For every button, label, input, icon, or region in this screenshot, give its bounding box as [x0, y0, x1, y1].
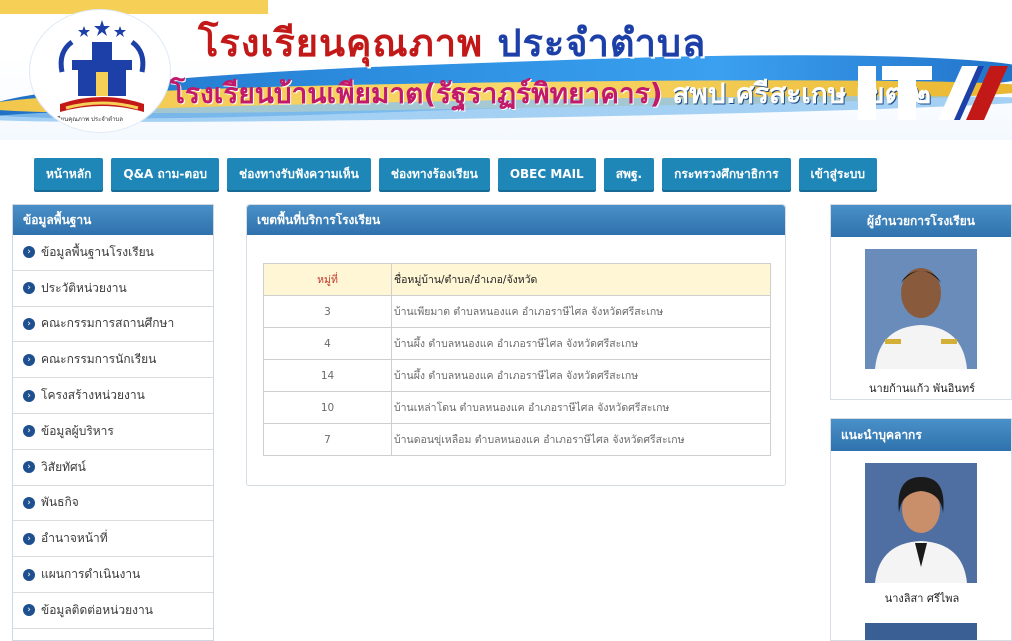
nav-obec-mail[interactable]: OBEC MAIL: [497, 158, 596, 190]
director-name: นายก้านแก้ว พันอินทร์: [869, 382, 975, 395]
cell-village-no: 14: [263, 359, 392, 392]
sidebar-item-label: พันธกิจ: [41, 495, 79, 510]
nav-complaint[interactable]: ช่องทางร้องเรียน: [378, 158, 490, 190]
school-subtitle: โรงเรียนบ้านเพียมาต(รัฐราฏร์พิทยาคาร) สพ…: [170, 72, 931, 116]
panel-title: เขตพื้นที่บริการโรงเรียน: [247, 205, 785, 235]
person-photo-icon: [865, 463, 977, 583]
table-row: 7 บ้านดอนขุ่เหลือม ตำบลหนองแค อำเภอราษีไ…: [263, 423, 771, 456]
chevron-right-circle-icon: ›: [23, 604, 35, 617]
table-row: 3 บ้านเพียมาต ตำบลหนองแค อำเภอราษีไศล จั…: [263, 295, 771, 328]
nav-qa[interactable]: Q&A ถาม-ตอบ: [111, 158, 220, 190]
cell-village-name: บ้านเหล่าโดน ตำบลหนองแค อำเภอราษีไศล จัง…: [391, 391, 771, 424]
table-row: 4 บ้านผึ้ง ตำบลหนองแค อำเภอราษีไศล จังหว…: [263, 327, 771, 360]
person-photo-icon: [865, 249, 977, 369]
sidebar-item-label: ข้อมูลผู้บริหาร: [41, 423, 114, 438]
staff-box: แนะนำบุคลากร นางลิสา ศรีไพล: [830, 418, 1012, 641]
cell-village-no: 3: [263, 295, 392, 328]
cell-village-no: 4: [263, 327, 392, 360]
chevron-right-circle-icon: ›: [23, 461, 35, 474]
sidebar-item-student-committee[interactable]: › คณะกรรมการนักเรียน: [13, 342, 213, 379]
chevron-right-circle-icon: ›: [23, 246, 35, 259]
sidebar-item-vision[interactable]: › วิสัยทัศน์: [13, 449, 213, 486]
cell-village-name: บ้านผึ้ง ตำบลหนองแค อำเภอราษีไศล จังหวัด…: [391, 359, 771, 392]
table-row: 10 บ้านเหล่าโดน ตำบลหนองแค อำเภอราษีไศล …: [263, 391, 771, 424]
chevron-right-circle-icon: ›: [23, 496, 35, 509]
cell-village-no: 10: [263, 391, 392, 424]
sidebar-item-structure[interactable]: › โครงสร้างหน่วยงาน: [13, 378, 213, 414]
sidebar-item-duties[interactable]: › อำนาจหน้าที่: [13, 521, 213, 558]
sidebar-item-label: ข้อมูลติดต่อหน่วยงาน: [41, 602, 153, 617]
nav-login[interactable]: เข้าสู่ระบบ: [798, 158, 878, 190]
title-part-red: โรงเรียนคุณภาพ: [198, 21, 484, 65]
next-staff-photo[interactable]: [865, 623, 977, 640]
cell-village-name: บ้านผึ้ง ตำบลหนองแค อำเภอราษีไศล จังหวัด…: [391, 327, 771, 360]
director-box-title: ผู้อำนวยการโรงเรียน: [831, 205, 1011, 237]
staff-box-title: แนะนำบุคลากร: [831, 419, 1011, 451]
director-photo[interactable]: [865, 249, 977, 369]
sidebar-item-label: คณะกรรมการนักเรียน: [41, 352, 157, 367]
title-part-blue: ประจำตำบล: [497, 21, 707, 65]
header-village-no: หมู่ที่: [263, 263, 392, 296]
chevron-right-circle-icon: ›: [23, 389, 35, 402]
chevron-right-circle-icon: ›: [23, 532, 35, 545]
staff-photo[interactable]: [865, 463, 977, 583]
chevron-right-circle-icon: ›: [23, 425, 35, 438]
service-area-panel: เขตพื้นที่บริการโรงเรียน หมู่ที่ ชื่อหมู…: [246, 204, 786, 486]
nav-home[interactable]: หน้าหลัก: [34, 158, 104, 190]
cell-village-name: บ้านเพียมาต ตำบลหนองแค อำเภอราษีไศล จังห…: [391, 295, 771, 328]
chevron-right-circle-icon: ›: [23, 568, 35, 581]
sidebar-item-label: ประวัติหน่วยงาน: [41, 280, 127, 295]
chevron-right-circle-icon: ›: [23, 353, 35, 366]
sidebar-title: ข้อมูลพื้นฐาน: [13, 205, 213, 235]
sidebar-item-label: คณะกรรมการสถานศึกษา: [41, 316, 175, 331]
nav-ministry[interactable]: กระทรวงศึกษาธิการ: [662, 158, 791, 190]
page: โรงเรียนคุณภาพ ประจำตำบล โรงเรียนคุณภาพ …: [0, 0, 1012, 641]
sidebar-item-label: ข้อมูลพื้นฐานโรงเรียน: [41, 244, 154, 259]
sidebar-item-contact[interactable]: › ข้อมูลติดต่อหน่วยงาน: [13, 592, 213, 629]
sidebar-item-label: โครงสร้างหน่วยงาน: [41, 388, 145, 403]
ita-logo[interactable]: [858, 66, 1008, 120]
main-nav: หน้าหลัก Q&A ถาม-ตอบ ช่องทางรับฟังความเห…: [34, 158, 978, 190]
chevron-right-circle-icon: ›: [23, 317, 35, 330]
cell-village-no: 7: [263, 423, 392, 456]
sidebar-item-label: อำนาจหน้าที่: [41, 531, 108, 546]
sidebar-item-label: แผนการดำเนินงาน: [41, 567, 141, 582]
sidebar-item-administrators[interactable]: › ข้อมูลผู้บริหาร: [13, 413, 213, 450]
nav-obec[interactable]: สพฐ.: [603, 158, 655, 190]
school-logo[interactable]: โรงเรียนคุณภาพ ประจำตำบล: [30, 10, 170, 132]
service-area-table: หมู่ที่ ชื่อหมู่บ้าน/ตำบล/อำเภอ/จังหวัด …: [263, 263, 771, 456]
cell-village-name: บ้านดอนขุ่เหลือม ตำบลหนองแค อำเภอราษีไศล…: [391, 423, 771, 456]
staff-name: นางลิสา ศรีไพล: [884, 592, 960, 605]
header-village-name: ชื่อหมู่บ้าน/ตำบล/อำเภอ/จังหวัด: [391, 263, 771, 296]
logo-caption: โรงเรียนคุณภาพ ประจำตำบล: [46, 116, 123, 123]
sidebar-item-label: วิสัยทัศน์: [41, 459, 86, 474]
school-title: โรงเรียนคุณภาพ ประจำตำบล: [198, 12, 706, 73]
sidebar-item-history[interactable]: › ประวัติหน่วยงาน: [13, 270, 213, 307]
sidebar-item-action-plan[interactable]: › แผนการดำเนินงาน: [13, 557, 213, 593]
subtitle-school-name: โรงเรียนบ้านเพียมาต(รัฐราฏร์พิทยาคาร): [170, 77, 663, 110]
ita-logo-icon: [858, 66, 1008, 120]
director-box: ผู้อำนวยการโรงเรียน นายก้านแก้ว พันอินทร…: [830, 204, 1012, 400]
sidebar-item-mission[interactable]: › พันธกิจ: [13, 485, 213, 522]
sidebar-item-school-board[interactable]: › คณะกรรมการสถานศึกษา: [13, 306, 213, 343]
table-row: 14 บ้านผึ้ง ตำบลหนองแค อำเภอราษีไศล จังห…: [263, 359, 771, 392]
sidebar-item-school-info[interactable]: › ข้อมูลพื้นฐานโรงเรียน: [13, 235, 213, 271]
sidebar: ข้อมูลพื้นฐาน › ข้อมูลพื้นฐานโรงเรียน › ปร…: [12, 204, 214, 641]
header-banner: โรงเรียนคุณภาพ ประจำตำบล โรงเรียนคุณภาพ …: [0, 0, 1012, 140]
nav-feedback[interactable]: ช่องทางรับฟังความเห็น: [227, 158, 371, 190]
table-header-row: หมู่ที่ ชื่อหมู่บ้าน/ตำบล/อำเภอ/จังหวัด: [263, 263, 771, 296]
chevron-right-circle-icon: ›: [23, 282, 35, 295]
